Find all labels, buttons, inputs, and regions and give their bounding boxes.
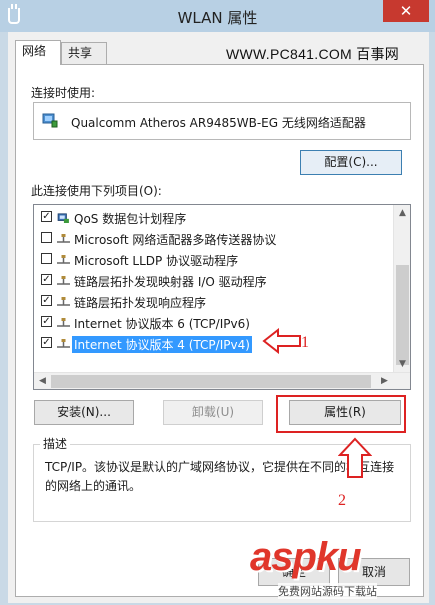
adapter-box: Qualcomm Atheros AR9485WB-EG 无线网络适配器 bbox=[33, 102, 411, 140]
item-checkbox[interactable] bbox=[41, 232, 52, 243]
item-checkbox[interactable]: ✓ bbox=[41, 316, 52, 327]
scroll-down-icon[interactable]: ▼ bbox=[394, 356, 410, 373]
protocol-icon bbox=[57, 297, 70, 306]
scroll-right-icon[interactable]: ▶ bbox=[376, 373, 393, 389]
dialog-client: 网络 共享 WWW.PC841.COM 百事网 连接时使用: Qualcomm … bbox=[8, 32, 429, 603]
title-bar: WLAN 属性 ✕ bbox=[0, 0, 435, 32]
protocol-icon bbox=[57, 339, 70, 348]
connect-using-label: 连接时使用: bbox=[31, 86, 96, 100]
uninstall-button[interactable]: 卸载(U) bbox=[163, 400, 263, 425]
description-title: 描述 bbox=[40, 435, 71, 452]
protocol-icon bbox=[57, 234, 70, 243]
scroll-up-icon[interactable]: ▲ bbox=[394, 205, 410, 222]
list-item[interactable]: ✓ 链路层拓扑发现响应程序 bbox=[34, 291, 389, 312]
qos-icon bbox=[57, 213, 69, 223]
window-title: WLAN 属性 bbox=[177, 9, 258, 27]
list-item-selected[interactable]: ✓ Internet 协议版本 4 (TCP/IPv4) bbox=[34, 333, 389, 354]
install-button[interactable]: 安装(N)... bbox=[34, 400, 134, 425]
tab-sharing[interactable]: 共享 bbox=[61, 42, 107, 64]
annotation-up-arrow-icon bbox=[338, 437, 372, 478]
close-button[interactable]: ✕ bbox=[383, 0, 429, 22]
list-item[interactable]: Microsoft 网络适配器多路传送器协议 bbox=[34, 228, 389, 249]
adapter-name: Qualcomm Atheros AR9485WB-EG 无线网络适配器 bbox=[71, 116, 366, 130]
item-label: Microsoft 网络适配器多路传送器协议 bbox=[74, 233, 277, 247]
item-label: Microsoft LLDP 协议驱动程序 bbox=[74, 254, 239, 268]
configure-button[interactable]: 配置(C)... bbox=[300, 150, 402, 175]
scroll-left-icon[interactable]: ◀ bbox=[34, 373, 51, 389]
annotation-number-2: 2 bbox=[338, 492, 346, 509]
list-item[interactable]: ✓ QoS 数据包计划程序 bbox=[34, 207, 389, 228]
item-checkbox[interactable]: ✓ bbox=[41, 295, 52, 306]
item-checkbox[interactable]: ✓ bbox=[41, 337, 52, 348]
item-label: QoS 数据包计划程序 bbox=[74, 212, 187, 226]
item-checkbox[interactable] bbox=[41, 253, 52, 264]
item-label: 链路层拓扑发现映射器 I/O 驱动程序 bbox=[74, 275, 267, 289]
protocol-icon bbox=[57, 276, 70, 285]
protocol-icon bbox=[57, 255, 70, 264]
list-item[interactable]: ✓ 链路层拓扑发现映射器 I/O 驱动程序 bbox=[34, 270, 389, 291]
site-watermark-text: WWW.PC841.COM 百事网 bbox=[226, 46, 400, 62]
items-label: 此连接使用下列项目(O): bbox=[31, 184, 162, 198]
vertical-scroll-thumb[interactable] bbox=[396, 265, 409, 365]
horizontal-scroll-thumb[interactable] bbox=[51, 375, 371, 388]
item-label: 链路层拓扑发现响应程序 bbox=[74, 296, 207, 310]
vertical-scrollbar[interactable]: ▲ ▼ bbox=[393, 205, 410, 373]
list-item[interactable]: ✓ Internet 协议版本 6 (TCP/IPv6) bbox=[34, 312, 389, 333]
components-list[interactable]: ✓ QoS 数据包计划程序 Microsoft 网络适配器多路传送器协议 Mic… bbox=[33, 204, 411, 390]
properties-highlight-box bbox=[276, 395, 406, 433]
annotation-left-arrow-icon bbox=[262, 328, 301, 354]
item-checkbox[interactable]: ✓ bbox=[41, 274, 52, 285]
horizontal-scrollbar[interactable]: ◀ ▶ bbox=[34, 372, 410, 389]
aspku-watermark-logo: aspku bbox=[250, 535, 362, 579]
protocol-icon bbox=[57, 318, 70, 327]
item-label: Internet 协议版本 6 (TCP/IPv6) bbox=[74, 317, 250, 331]
watermark-subtitle: 免费网站源码下载站 bbox=[278, 583, 377, 599]
tab-network[interactable]: 网络 bbox=[15, 40, 61, 65]
network-adapter-icon bbox=[42, 113, 58, 128]
item-label: Internet 协议版本 4 (TCP/IPv4) bbox=[72, 336, 252, 353]
item-checkbox[interactable]: ✓ bbox=[41, 211, 52, 222]
annotation-number-1: 1 bbox=[301, 334, 309, 351]
list-item[interactable]: Microsoft LLDP 协议驱动程序 bbox=[34, 249, 389, 270]
